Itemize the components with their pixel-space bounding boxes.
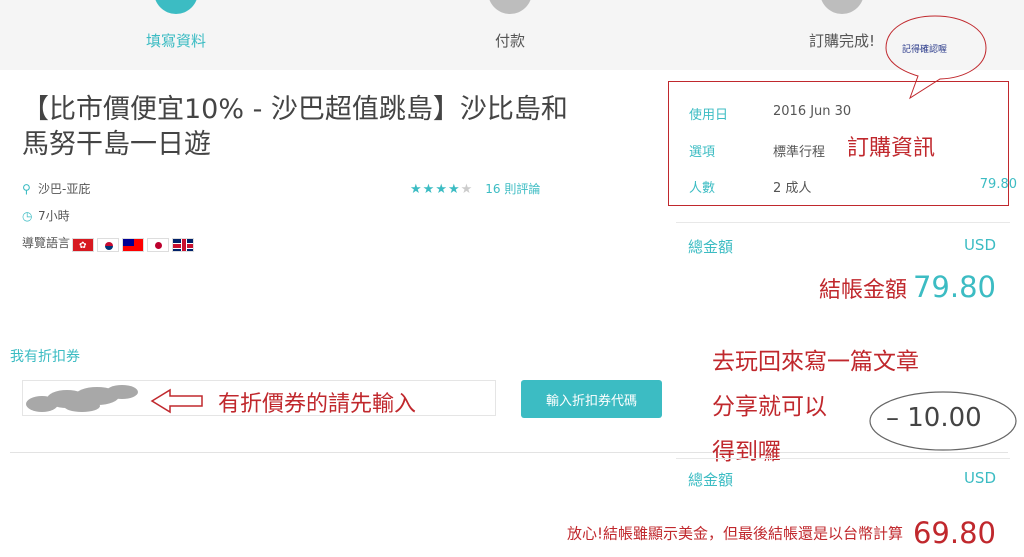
clock-icon: ◷ bbox=[22, 209, 33, 223]
total-row: 總金額 USD bbox=[688, 236, 996, 257]
total-currency-2: USD bbox=[963, 469, 996, 487]
checkout-amount: 結帳金額 79.80 bbox=[819, 270, 996, 304]
star-icon: ★ bbox=[410, 182, 423, 197]
language-flags bbox=[72, 234, 197, 253]
location-row: ⚲ 沙巴-亚庇 bbox=[22, 180, 90, 197]
order-date-label: 使用日 bbox=[689, 108, 729, 123]
star-icon: ★ bbox=[422, 182, 436, 197]
duration-row: ◷ 7小時 bbox=[22, 207, 70, 224]
star-empty-icon: ★ bbox=[460, 182, 474, 197]
duration-text: 7小時 bbox=[38, 209, 70, 223]
location-text: 沙巴-亚庇 bbox=[38, 182, 91, 196]
coupon-label: 我有折扣券 bbox=[10, 349, 80, 365]
korea-flag-icon bbox=[97, 237, 119, 252]
japan-flag-icon bbox=[147, 237, 169, 252]
confirm-bubble-annotation bbox=[885, 15, 987, 100]
step-label: 付款 bbox=[494, 32, 525, 50]
share-line: 去玩回來寫一篇文章 bbox=[712, 349, 919, 375]
step-indicator bbox=[488, 0, 532, 14]
redacted-scribble bbox=[26, 385, 138, 412]
taiwan-flag-icon bbox=[122, 237, 144, 252]
checkout-stepper: 填寫資料 付款 訂購完成! bbox=[0, 0, 1024, 70]
step-label: 填寫資料 bbox=[145, 32, 206, 50]
final-note-annotation: 放心!結帳雖顯示美金，但最後結帳還是以台幣計算 bbox=[566, 524, 903, 543]
final-amount: 放心!結帳雖顯示美金，但最後結帳還是以台幣計算 69.80 bbox=[567, 516, 996, 550]
order-date-value: 2016 Jun 30 bbox=[773, 104, 852, 119]
divider bbox=[676, 222, 1010, 223]
total-row-2: 總金額 USD bbox=[688, 469, 996, 490]
total-label-2: 總金額 bbox=[688, 471, 734, 489]
location-pin-icon: ⚲ bbox=[22, 182, 31, 196]
star-icon: ★ bbox=[435, 182, 448, 197]
coupon-hint-annotation: 有折價券的請先輸入 bbox=[218, 392, 417, 417]
uk-flag-icon bbox=[172, 237, 194, 252]
total-label: 總金額 bbox=[688, 238, 734, 256]
total-currency: USD bbox=[963, 236, 996, 254]
enter-coupon-button[interactable]: 輸入折扣券代碼 bbox=[521, 380, 662, 418]
order-people-value: 2 成人 bbox=[773, 181, 812, 196]
confirm-annotation-text: 記得確認喔 bbox=[902, 45, 948, 55]
product-title: 【比市價便宜10% - 沙巴超值跳島】沙比島和馬努干島一日遊 bbox=[22, 94, 568, 160]
final-value: 69.80 bbox=[912, 516, 996, 550]
step-indicator-active bbox=[154, 0, 198, 14]
order-people-label: 人數 bbox=[689, 181, 716, 196]
checkout-label-annotation: 結帳金額 bbox=[818, 278, 907, 303]
step-indicator bbox=[820, 0, 864, 14]
star-icon: ★ bbox=[447, 182, 461, 197]
divider bbox=[676, 458, 1010, 459]
rating: ★★★★★ 16 則評論 bbox=[410, 180, 540, 197]
order-people-price: 79.80 bbox=[979, 177, 1017, 192]
hong-kong-flag-icon bbox=[72, 237, 94, 252]
rating-stars: ★★★★★ bbox=[410, 182, 474, 197]
checkout-value: 79.80 bbox=[912, 270, 996, 304]
order-option-label: 選項 bbox=[689, 145, 716, 160]
review-count-link[interactable]: 16 則評論 bbox=[485, 182, 540, 196]
guide-language-label: 導覽語言 bbox=[22, 236, 71, 250]
order-info-annotation: 訂購資訊 bbox=[847, 136, 936, 161]
discount-value: – 10.00 bbox=[886, 403, 982, 433]
arrow-left-icon bbox=[150, 388, 203, 414]
